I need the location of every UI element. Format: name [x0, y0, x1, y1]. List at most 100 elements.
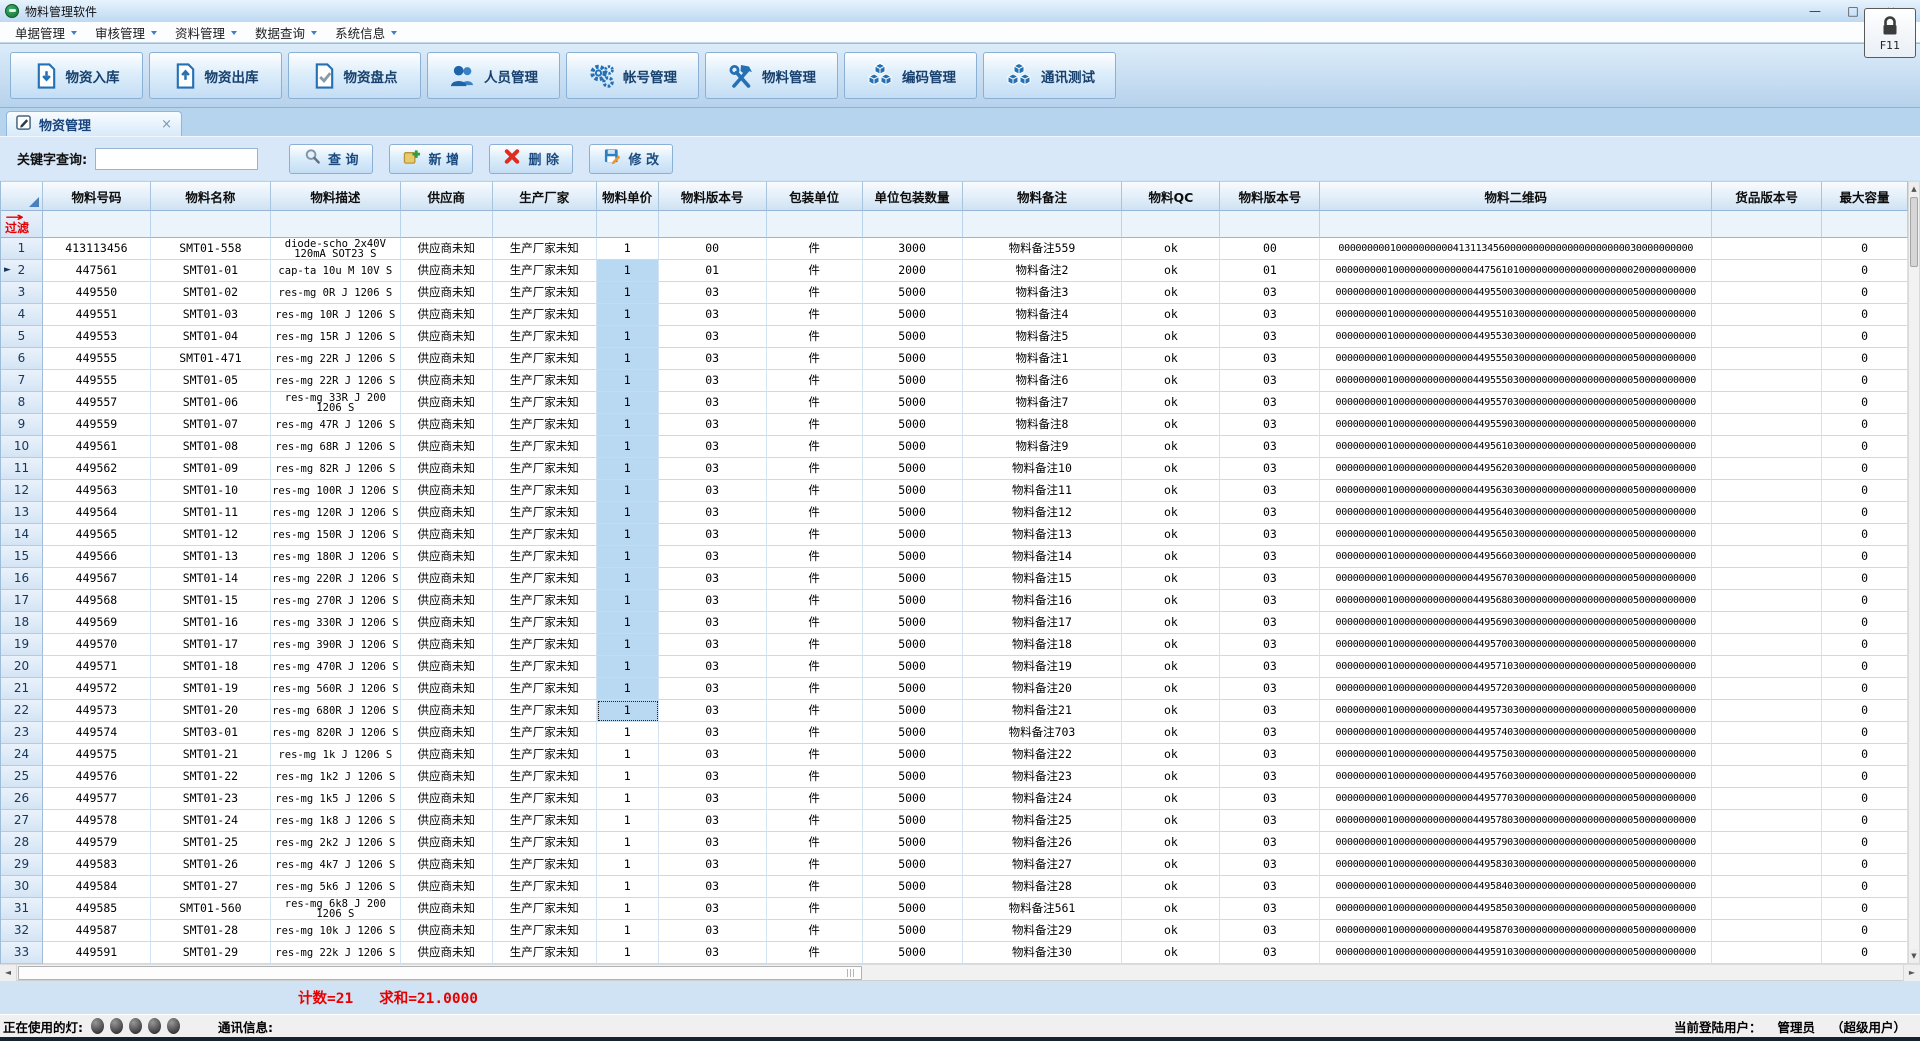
cell-material-version2[interactable]: 03 — [1220, 700, 1320, 722]
cell-material-version[interactable]: 01 — [659, 260, 767, 282]
filter-cell-package-unit[interactable] — [767, 211, 863, 238]
cell-material-desc[interactable]: res-mg 150R J 1206 S — [271, 524, 401, 546]
cell-supplier[interactable]: 供应商未知 — [401, 480, 493, 502]
cell-max-capacity[interactable]: 0 — [1822, 854, 1908, 876]
column-header-material-name[interactable]: 物料名称 — [151, 181, 271, 211]
add-button[interactable]: 新 增 — [389, 144, 473, 174]
cell-material-version[interactable]: 03 — [659, 766, 767, 788]
cell-supplier[interactable]: 供应商未知 — [401, 854, 493, 876]
cell-unit-price[interactable]: 1 — [597, 480, 659, 502]
cell-goods-version[interactable] — [1712, 282, 1822, 304]
material-inbound-button[interactable]: 物资入库 — [10, 52, 143, 99]
cell-supplier[interactable]: 供应商未知 — [401, 810, 493, 832]
cell-material-name[interactable]: SMT01-471 — [151, 348, 271, 370]
filter-cell-material-version2[interactable] — [1220, 211, 1320, 238]
material-outbound-button[interactable]: 物资出库 — [149, 52, 282, 99]
cell-row-selector[interactable]: 25 — [1, 766, 43, 788]
cell-material-version2[interactable]: 03 — [1220, 304, 1320, 326]
cell-supplier[interactable]: 供应商未知 — [401, 348, 493, 370]
cell-material-qc[interactable]: ok — [1122, 942, 1220, 964]
cell-material-desc[interactable]: res-mg 4k7 J 1206 S — [271, 854, 401, 876]
cell-row-selector[interactable]: 20 — [1, 656, 43, 678]
cell-max-capacity[interactable]: 0 — [1822, 920, 1908, 942]
cell-package-qty[interactable]: 5000 — [863, 524, 963, 546]
cell-material-qrcode[interactable]: 0000000001000000000000004495710300000000… — [1320, 656, 1712, 678]
cell-material-no[interactable]: 449553 — [43, 326, 151, 348]
cell-supplier[interactable]: 供应商未知 — [401, 370, 493, 392]
material-inventory-button[interactable]: 物资盘点 — [288, 52, 421, 99]
cell-row-selector[interactable]: 6 — [1, 348, 43, 370]
table-row[interactable]: 25449576SMT01-22res-mg 1k2 J 1206 S供应商未知… — [1, 766, 1908, 788]
table-row[interactable]: 8449557SMT01-06res-mg 33R J 200 1206 S供应… — [1, 392, 1908, 414]
cell-supplier[interactable]: 供应商未知 — [401, 326, 493, 348]
filter-cell-package-qty[interactable] — [863, 211, 963, 238]
cell-material-remark[interactable]: 物料备注8 — [963, 414, 1123, 436]
cell-material-qrcode[interactable]: 0000000001000000000041311345600000000000… — [1320, 238, 1712, 260]
cell-material-desc[interactable]: res-mg 680R J 1206 S — [271, 700, 401, 722]
cell-row-selector[interactable]: 12 — [1, 480, 43, 502]
column-header-material-desc[interactable]: 物料描述 — [271, 181, 401, 211]
cell-material-qc[interactable]: ok — [1122, 414, 1220, 436]
cell-material-version2[interactable]: 03 — [1220, 810, 1320, 832]
cell-material-qc[interactable]: ok — [1122, 260, 1220, 282]
cell-manufacturer[interactable]: 生产厂家未知 — [493, 458, 597, 480]
cell-supplier[interactable]: 供应商未知 — [401, 744, 493, 766]
cell-package-qty[interactable]: 5000 — [863, 766, 963, 788]
cell-supplier[interactable]: 供应商未知 — [401, 788, 493, 810]
cell-manufacturer[interactable]: 生产厂家未知 — [493, 722, 597, 744]
cell-material-no[interactable]: 449559 — [43, 414, 151, 436]
cell-material-qc[interactable]: ok — [1122, 458, 1220, 480]
column-header-package-qty[interactable]: 单位包装数量 — [863, 181, 963, 211]
cell-unit-price[interactable]: 1 — [597, 348, 659, 370]
cell-material-qrcode[interactable]: 0000000001000000000000004495840300000000… — [1320, 876, 1712, 898]
cell-material-version2[interactable]: 03 — [1220, 458, 1320, 480]
cell-material-qrcode[interactable]: 0000000001000000000000004495630300000000… — [1320, 480, 1712, 502]
column-header-supplier[interactable]: 供应商 — [401, 181, 493, 211]
cell-material-qrcode[interactable]: 0000000001000000000000004495690300000000… — [1320, 612, 1712, 634]
cell-row-selector[interactable]: 17 — [1, 590, 43, 612]
cell-supplier[interactable]: 供应商未知 — [401, 634, 493, 656]
cell-material-desc[interactable]: res-mg 10R J 1206 S — [271, 304, 401, 326]
cell-supplier[interactable]: 供应商未知 — [401, 502, 493, 524]
cell-package-qty[interactable]: 5000 — [863, 942, 963, 964]
cell-manufacturer[interactable]: 生产厂家未知 — [493, 634, 597, 656]
cell-package-unit[interactable]: 件 — [767, 788, 863, 810]
cell-material-desc[interactable]: res-mg 22R J 1206 S — [271, 370, 401, 392]
cell-material-qc[interactable]: ok — [1122, 524, 1220, 546]
cell-material-qrcode[interactable]: 0000000001000000000000004495790300000000… — [1320, 832, 1712, 854]
cell-max-capacity[interactable]: 0 — [1822, 326, 1908, 348]
cell-goods-version[interactable] — [1712, 700, 1822, 722]
cell-package-unit[interactable]: 件 — [767, 260, 863, 282]
cell-goods-version[interactable] — [1712, 458, 1822, 480]
cell-manufacturer[interactable]: 生产厂家未知 — [493, 898, 597, 920]
cell-package-unit[interactable]: 件 — [767, 700, 863, 722]
cell-row-selector[interactable]: 18 — [1, 612, 43, 634]
vertical-scrollbar[interactable]: ▲ ▼ — [1908, 181, 1920, 964]
filter-cell-material-remark[interactable] — [963, 211, 1123, 238]
cell-material-qrcode[interactable]: 0000000001000000000000004495510300000000… — [1320, 304, 1712, 326]
cell-material-no[interactable]: 449563 — [43, 480, 151, 502]
cell-material-no[interactable]: 449573 — [43, 700, 151, 722]
cell-package-qty[interactable]: 5000 — [863, 700, 963, 722]
cell-material-qc[interactable]: ok — [1122, 612, 1220, 634]
cell-material-qc[interactable]: ok — [1122, 348, 1220, 370]
cell-unit-price[interactable]: 1 — [597, 282, 659, 304]
cell-material-remark[interactable]: 物料备注28 — [963, 876, 1123, 898]
cell-material-version[interactable]: 03 — [659, 524, 767, 546]
cell-material-no[interactable]: 447561 — [43, 260, 151, 282]
scroll-left-icon[interactable]: ◄ — [0, 965, 17, 981]
cell-max-capacity[interactable]: 0 — [1822, 502, 1908, 524]
cell-max-capacity[interactable]: 0 — [1822, 788, 1908, 810]
cell-material-desc[interactable]: cap-ta 10u M 10V S — [271, 260, 401, 282]
cell-unit-price[interactable]: 1 — [597, 414, 659, 436]
table-row[interactable]: ►2447561SMT01-01cap-ta 10u M 10V S供应商未知生… — [1, 260, 1908, 282]
cell-row-selector[interactable]: 5 — [1, 326, 43, 348]
cell-material-remark[interactable]: 物料备注1 — [963, 348, 1123, 370]
cell-goods-version[interactable] — [1712, 854, 1822, 876]
cell-material-version2[interactable]: 03 — [1220, 876, 1320, 898]
cell-package-qty[interactable]: 2000 — [863, 260, 963, 282]
cell-goods-version[interactable] — [1712, 502, 1822, 524]
cell-row-selector[interactable]: 29 — [1, 854, 43, 876]
cell-row-selector[interactable]: ►2 — [1, 260, 43, 282]
table-row[interactable]: 15449566SMT01-13res-mg 180R J 1206 S供应商未… — [1, 546, 1908, 568]
